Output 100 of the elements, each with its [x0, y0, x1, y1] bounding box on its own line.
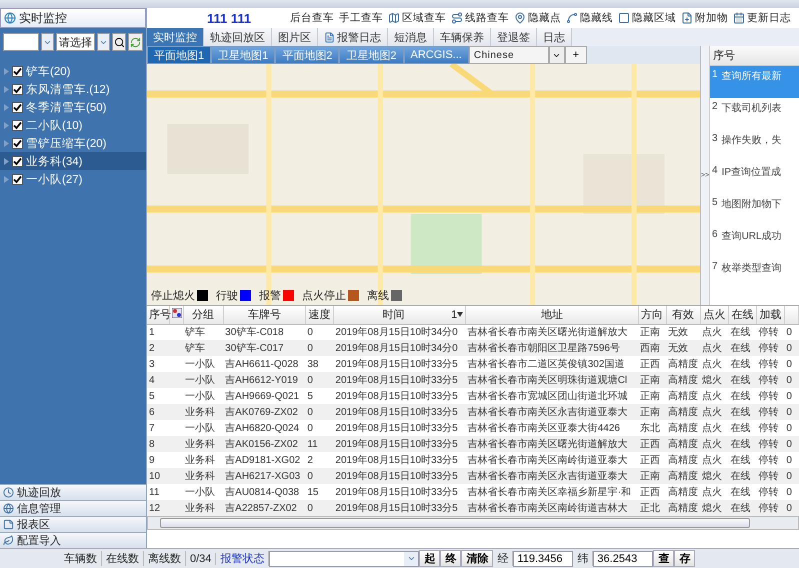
toolbar-button[interactable]: 隐藏区域 — [618, 11, 676, 25]
group-label: 雪铲压缩车(20) — [26, 136, 106, 150]
tree-item[interactable]: 冬季清雪车(50) — [0, 98, 146, 116]
expand-icon[interactable] — [4, 176, 9, 182]
row-number: 5 — [712, 197, 718, 210]
toolbar-button[interactable]: 附加物 — [681, 11, 728, 25]
expand-icon[interactable] — [4, 68, 9, 74]
tree-item[interactable]: 东风清雪车.(12) — [0, 80, 146, 98]
toolbar-button[interactable]: 区域查车 — [388, 11, 446, 25]
toolbar-button[interactable]: 更新日志 — [733, 11, 791, 25]
table-cell: 4 — [147, 372, 170, 388]
column-header[interactable]: 有效 — [666, 306, 700, 324]
table-cell: 2 — [305, 452, 334, 468]
column-header[interactable]: 速度 — [305, 306, 334, 324]
checkbox[interactable] — [12, 138, 23, 148]
table-cell: 西南 — [638, 340, 666, 356]
toolbar-button[interactable]: 后台查车 — [290, 11, 334, 25]
square-icon — [618, 12, 630, 24]
tab[interactable]: 图片区 — [272, 28, 318, 46]
dropdown-button[interactable] — [548, 46, 565, 64]
toolbar-button[interactable]: 手工查车 — [339, 11, 383, 25]
table-cell: 5 — [147, 388, 170, 404]
search-button[interactable] — [112, 33, 126, 51]
accordion-header[interactable]: 配置导入 — [0, 532, 146, 548]
column-header[interactable]: 加载 — [756, 306, 784, 324]
tab[interactable]: 车辆保养 — [434, 28, 491, 46]
tab[interactable]: 实时监控 — [147, 28, 204, 46]
tab[interactable]: 短消息 — [388, 28, 434, 46]
column-header[interactable]: 序号 — [147, 306, 170, 324]
table-cell: 0 — [784, 388, 798, 404]
column-header[interactable]: 车牌号 — [223, 306, 306, 324]
accordion-header[interactable]: 轨迹回放 — [0, 484, 146, 500]
table-cell: 点火 — [700, 420, 728, 436]
table-cell: 2019年08月15日10时33分5 — [333, 372, 466, 388]
checkbox[interactable] — [12, 174, 23, 184]
document-icon — [324, 32, 335, 42]
toolbar-button[interactable]: 隐藏线 — [566, 11, 613, 25]
column-header[interactable]: 在线 — [728, 306, 756, 324]
tree-item[interactable]: 雪铲压缩车(20) — [0, 134, 146, 152]
column-header[interactable]: 时间 1 — [333, 306, 466, 324]
table-cell: 高精度 — [666, 436, 700, 452]
filter-field[interactable] — [3, 33, 39, 51]
language-select[interactable]: Chinese — [468, 46, 549, 64]
checkbox[interactable] — [12, 84, 23, 94]
table-cell: 2019年08月15日10时33分5 — [333, 500, 466, 516]
tree-item[interactable]: 业务科(34) — [0, 152, 146, 170]
dropdown-button[interactable] — [41, 33, 54, 51]
tab[interactable]: 报警日志 — [318, 28, 388, 46]
table-cell: 在线 — [728, 484, 756, 500]
track-button[interactable]: 终 — [440, 550, 462, 567]
longitude-field[interactable]: 119.3456 — [513, 550, 574, 566]
action-button[interactable]: 查 — [653, 550, 674, 567]
dropdown-button[interactable] — [96, 33, 110, 51]
accordion-header[interactable]: 报表区 — [0, 516, 146, 532]
track-button[interactable]: 清除 — [461, 550, 494, 567]
column-header: 序号 — [710, 46, 799, 66]
column-header[interactable]: 地址 — [466, 306, 638, 324]
table-cell: 停转 — [756, 500, 784, 516]
group-select[interactable]: 请选择 — [56, 33, 95, 51]
table-cell: 高精度 — [666, 468, 700, 484]
table-cell: 业务科 — [183, 500, 224, 516]
checkbox[interactable] — [12, 102, 23, 112]
tree-item[interactable]: 铲车(20) — [0, 62, 146, 80]
add-tab-button[interactable]: + — [564, 46, 587, 64]
tree-item[interactable]: 二小队(10) — [0, 116, 146, 134]
table-cell: 停转 — [756, 484, 784, 500]
column-header[interactable]: 分组 — [183, 306, 224, 324]
alarm-select[interactable] — [269, 550, 420, 566]
expand-icon[interactable] — [4, 158, 9, 164]
map-tab[interactable]: 平面地图1 — [147, 46, 212, 64]
horizontal-scrollbar[interactable] — [147, 516, 799, 530]
table-cell: 停转 — [756, 404, 784, 420]
expand-icon[interactable] — [4, 140, 9, 146]
row-number: 1 — [712, 69, 718, 82]
toolbar-button[interactable]: 线路查车 — [451, 11, 509, 25]
table-cell: 2019年08月15日10时34分0 — [333, 340, 466, 356]
table-cell: 2019年08月15日10时33分5 — [333, 436, 466, 452]
action-button[interactable]: 存 — [674, 550, 696, 567]
panel-header[interactable]: 实时监控 — [0, 8, 146, 28]
table-cell: 0 — [784, 468, 798, 484]
tab[interactable]: 登退签 — [491, 28, 537, 46]
tree-item[interactable]: 一小队(27) — [0, 170, 146, 188]
toolbar-button[interactable]: 隐藏点 — [514, 11, 561, 25]
column-header[interactable]: 方向 — [638, 306, 666, 324]
expand-icon[interactable] — [4, 104, 9, 110]
column-header[interactable]: 点火 — [700, 306, 728, 324]
column-settings-icon[interactable] — [172, 308, 182, 318]
table-cell: 5 — [305, 388, 334, 404]
table-cell: 正南 — [638, 468, 666, 484]
group-label: 东风清雪车.(12) — [26, 82, 110, 96]
latitude-field[interactable]: 36.2543 — [593, 550, 654, 566]
checkbox[interactable] — [12, 66, 23, 76]
expand-icon[interactable] — [4, 122, 9, 128]
track-button[interactable]: 起 — [419, 550, 440, 567]
tab[interactable]: 轨迹回放区 — [204, 28, 272, 46]
accordion-header[interactable]: 信息管理 — [0, 500, 146, 516]
checkbox[interactable] — [12, 120, 23, 130]
expand-icon[interactable] — [4, 86, 9, 92]
checkbox[interactable] — [12, 156, 23, 166]
tab[interactable]: 日志 — [537, 28, 572, 46]
